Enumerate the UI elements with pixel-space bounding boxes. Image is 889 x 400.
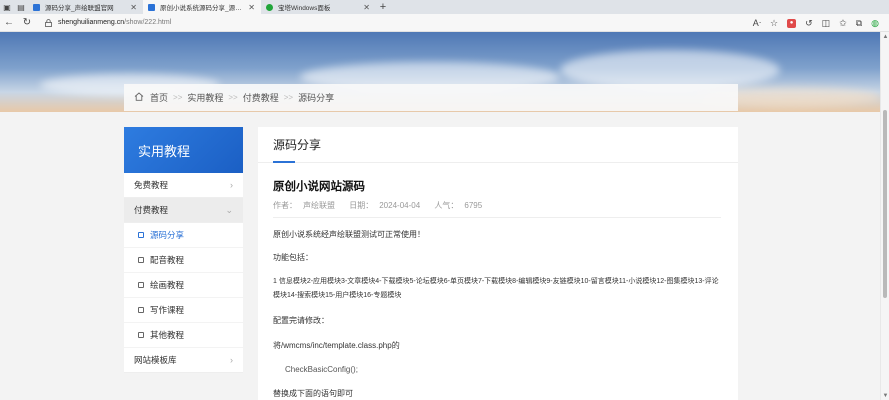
section-title: 源码分享 xyxy=(273,138,322,152)
sidebar-subitem-drawing[interactable]: 绘画教程 xyxy=(124,273,243,298)
browser-tab-1[interactable]: 源码分享_声绘联盟官网 ✕ xyxy=(28,0,143,14)
close-icon[interactable]: ✕ xyxy=(130,3,137,12)
sidebar-subitem-other[interactable]: 其他教程 xyxy=(124,323,243,348)
square-bullet-icon xyxy=(138,282,144,288)
new-tab-button[interactable]: + xyxy=(376,0,390,14)
sidebar-item-label: 网站模板库 xyxy=(134,355,177,365)
chevron-right-icon: › xyxy=(230,355,233,365)
article-paragraph: 1 信息模块2-应用模块3-文章模块4-下载模块5-论坛模块6-单页模块7-下载… xyxy=(273,278,719,299)
breadcrumb: 首页 >> 实用教程 >> 付费教程 >> 源码分享 xyxy=(124,84,738,111)
breadcrumb-separator: >> xyxy=(228,93,238,102)
article-meta: 作者： 声绘联盟 日期： 2024-04-04 人气： 6795 xyxy=(273,200,494,211)
url-path: /show/222.html xyxy=(124,19,172,26)
publish-date: 2024-04-04 xyxy=(379,201,421,210)
chevron-down-icon: ⌄ xyxy=(225,204,233,215)
site-favicon-icon xyxy=(148,3,155,11)
article-paragraph: 原创小说系统经声绘联盟测试可正常使用！ xyxy=(273,230,425,239)
sidebar-item-free[interactable]: 免费教程 › xyxy=(124,173,243,198)
author-name: 声绘联盟 xyxy=(303,201,335,210)
subitem-label: 源码分享 xyxy=(150,230,185,240)
sidebar-subitem-dubbing[interactable]: 配音教程 xyxy=(124,248,243,273)
sidebar-item-paid[interactable]: 付费教程 ⌄ xyxy=(124,198,243,223)
sidebar: 实用教程 免费教程 › 付费教程 ⌄ 源码分享 配音教程 绘画教程 写作课程 其… xyxy=(124,127,243,373)
breadcrumb-home[interactable]: 首页 xyxy=(150,91,168,104)
breadcrumb-source[interactable]: 源码分享 xyxy=(298,91,334,104)
article-paragraph: 配置完请修改： xyxy=(273,316,329,325)
chevron-right-icon: › xyxy=(230,180,233,190)
article-paragraph: 将/wmcms/inc/template.class.php的 xyxy=(273,341,400,350)
scroll-down-icon[interactable]: ▼ xyxy=(881,391,889,400)
read-aloud-icon[interactable]: Aᐧ xyxy=(753,18,761,29)
url-host: shenghuilianmeng.cn xyxy=(58,19,125,26)
breadcrumb-tutorials[interactable]: 实用教程 xyxy=(187,91,223,104)
refresh-page-icon[interactable]: ↺ xyxy=(805,18,813,29)
author-label: 作者： xyxy=(273,201,297,210)
sidebar-item-label: 付费教程 xyxy=(134,205,169,215)
subitem-label: 配音教程 xyxy=(150,255,185,265)
tab-label: 源码分享_声绘联盟官网 xyxy=(45,5,114,12)
back-icon[interactable]: ← xyxy=(0,14,18,32)
square-bullet-icon xyxy=(138,232,144,238)
section-underline xyxy=(273,161,295,163)
split-screen-icon[interactable]: ◫ xyxy=(822,18,831,29)
extension-icon[interactable]: ● xyxy=(787,18,797,28)
copilot-icon[interactable]: ◍ xyxy=(871,18,879,29)
sidebar-item-label: 免费教程 xyxy=(134,180,169,190)
scroll-up-icon[interactable]: ▲ xyxy=(881,32,889,41)
tab-actions-icon[interactable]: ▤ xyxy=(14,0,28,14)
code-snippet: CheckBasicConfig(); xyxy=(285,365,358,374)
breadcrumb-paid[interactable]: 付费教程 xyxy=(243,91,279,104)
section-heading: 源码分享 xyxy=(258,127,738,163)
subitem-label: 绘画教程 xyxy=(150,280,185,290)
browser-tab-2[interactable]: 原创小说系统源码分享_源码分享 ✕ xyxy=(143,0,261,14)
views-label: 人气： xyxy=(434,201,459,210)
lock-icon[interactable] xyxy=(44,18,52,27)
baota-favicon-icon xyxy=(266,3,273,11)
close-icon[interactable]: ✕ xyxy=(248,3,255,12)
home-icon[interactable] xyxy=(134,92,144,103)
tab-label: 宝塔Windows面板 xyxy=(278,5,331,12)
article-paragraph: 替换成下面的语句即可 xyxy=(273,389,353,398)
divider xyxy=(273,217,721,218)
subitem-label: 其他教程 xyxy=(150,330,185,340)
breadcrumb-separator: >> xyxy=(283,93,294,102)
sidebar-title: 实用教程 xyxy=(124,127,243,173)
square-bullet-icon xyxy=(138,332,144,338)
scrollbar-thumb[interactable] xyxy=(883,110,887,298)
square-bullet-icon xyxy=(138,257,144,263)
favorite-star-icon[interactable]: ☆ xyxy=(770,18,778,29)
date-label: 日期： xyxy=(349,201,374,210)
view-count: 6795 xyxy=(464,201,483,210)
tab-label: 原创小说系统源码分享_源码分享 xyxy=(160,5,246,12)
tab-strip: ▣ ▤ 源码分享_声绘联盟官网 ✕ 原创小说系统源码分享_源码分享 ✕ 宝塔Wi… xyxy=(0,0,889,14)
favorites-icon[interactable]: ✩ xyxy=(839,18,847,29)
refresh-icon[interactable]: ↻ xyxy=(18,14,36,32)
browser-tab-3[interactable]: 宝塔Windows面板 ✕ xyxy=(261,0,376,14)
collections-icon[interactable]: ⧉ xyxy=(856,18,862,29)
square-bullet-icon xyxy=(138,307,144,313)
subitem-label: 写作课程 xyxy=(150,305,185,315)
browser-toolbar: ← ↻ shenghuilianmeng.cn/show/222.html Aᐧ… xyxy=(0,14,889,32)
breadcrumb-separator: >> xyxy=(173,93,183,102)
page-scrollbar[interactable]: ▲ ▼ xyxy=(880,32,889,400)
article-title: 原创小说网站源码 xyxy=(273,181,365,193)
site-favicon-icon xyxy=(33,3,40,11)
sidebar-item-templates[interactable]: 网站模板库 › xyxy=(124,348,243,373)
close-icon[interactable]: ✕ xyxy=(363,3,370,12)
sidebar-subitem-writing[interactable]: 写作课程 xyxy=(124,298,243,323)
article-paragraph: 功能包括： xyxy=(273,253,313,262)
article-panel: 源码分享 原创小说网站源码 作者： 声绘联盟 日期： 2024-04-04 人气： 6… xyxy=(258,127,738,400)
address-bar[interactable]: shenghuilianmeng.cn/show/222.html xyxy=(44,16,744,30)
workspaces-icon[interactable]: ▣ xyxy=(0,0,14,14)
sidebar-subitem-source[interactable]: 源码分享 xyxy=(124,223,243,248)
